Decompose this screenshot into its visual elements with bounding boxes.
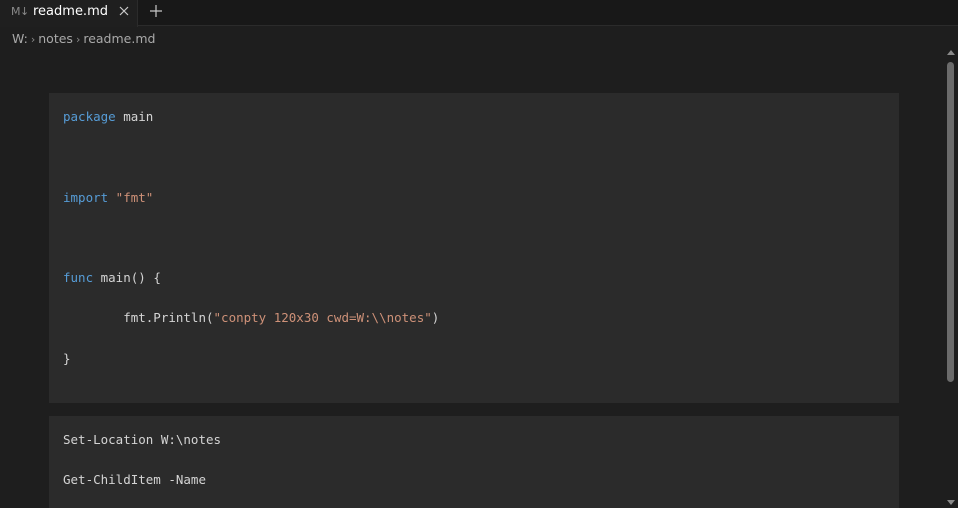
code-line: Get-ChildItem -Name <box>63 472 206 488</box>
code-text: fmt.Println( <box>63 310 214 325</box>
breadcrumb-item-file[interactable]: readme.md <box>83 31 155 46</box>
code-line: package main <box>63 109 153 125</box>
scrollbar-thumb[interactable] <box>947 62 954 382</box>
breadcrumb: W: › notes › readme.md <box>12 31 155 47</box>
code-line: Set-Location W:\notes <box>63 432 221 448</box>
breadcrumb-separator: › <box>30 33 36 46</box>
breadcrumb-item-notes[interactable]: notes <box>38 31 73 46</box>
markdown-icon: M↓ <box>11 5 29 18</box>
breadcrumb-item-drive[interactable]: W: <box>12 31 28 46</box>
plus-icon[interactable] <box>148 3 164 19</box>
code-line: } <box>63 351 71 367</box>
code-keyword: func <box>63 270 94 285</box>
vertical-scrollbar[interactable] <box>944 50 958 508</box>
tab-bar: M↓ readme.md <box>0 0 958 27</box>
code-text: Set-Location W:\notes <box>63 432 222 447</box>
code-text: } <box>63 351 71 366</box>
code-text: Get-ChildItem -Name <box>63 472 206 487</box>
code-text: main <box>115 109 154 124</box>
tab-readme[interactable]: M↓ readme.md <box>0 0 138 27</box>
code-line: import "fmt" <box>63 190 153 206</box>
tab-label: readme.md <box>33 4 108 19</box>
code-line: fmt.Println("conpty 120x30 cwd=W:\\notes… <box>63 310 439 326</box>
code-keyword: import <box>63 190 109 205</box>
code-keyword: package <box>63 109 116 124</box>
code-block-powershell: Set-Location W:\notes Get-ChildItem -Nam… <box>49 416 899 508</box>
code-line: func main() { <box>63 270 161 286</box>
editor-window: M↓ readme.md W: › notes › readme.md package … <box>0 0 958 508</box>
code-text: main() { <box>93 270 161 285</box>
code-text: ) <box>431 310 440 325</box>
code-string: "conpty 120x30 cwd=W:\\notes" <box>213 310 432 325</box>
breadcrumb-separator: › <box>75 33 81 46</box>
code-string: "fmt" <box>108 190 154 205</box>
scroll-down-arrow-icon[interactable] <box>947 500 955 505</box>
scroll-up-arrow-icon[interactable] <box>947 50 955 55</box>
close-icon[interactable] <box>116 3 132 19</box>
code-block-go: package main import "fmt" func main() { … <box>49 93 899 403</box>
